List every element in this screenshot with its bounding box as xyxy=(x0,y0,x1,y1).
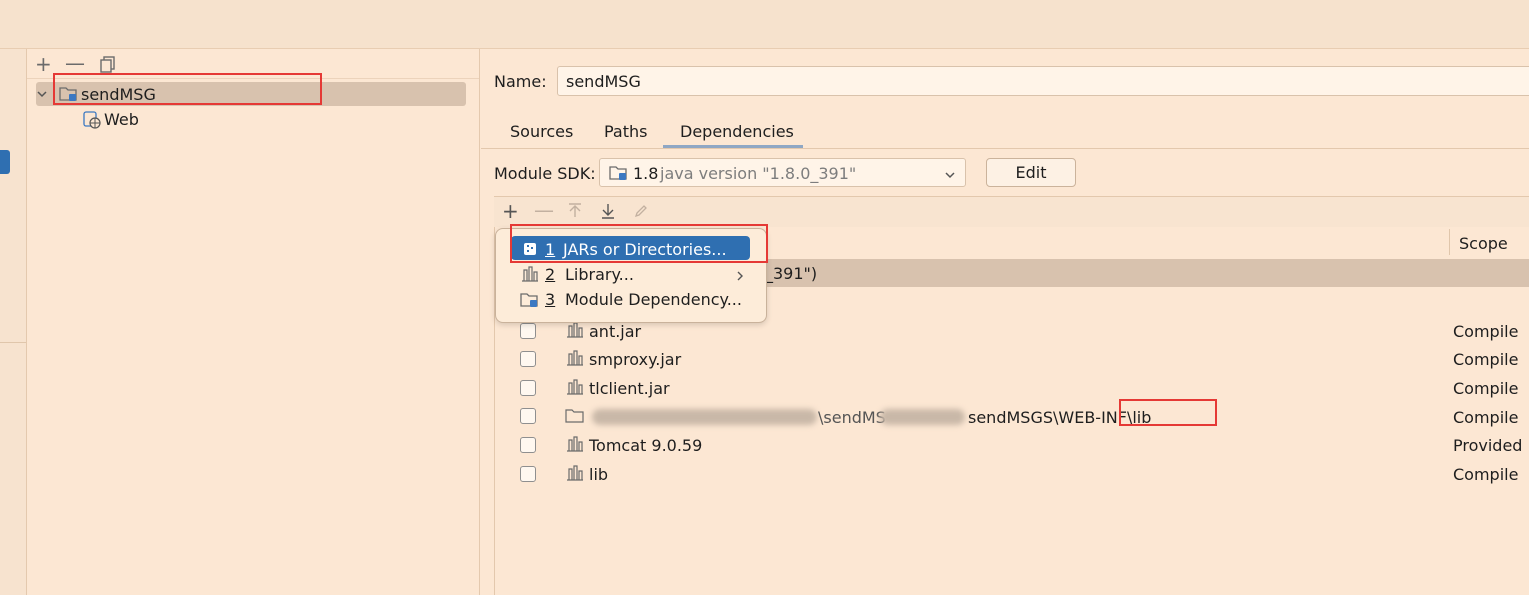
dependency-scope[interactable]: Compile xyxy=(1453,322,1518,341)
export-checkbox[interactable] xyxy=(520,408,536,424)
dependency-scope[interactable]: Provided xyxy=(1453,436,1522,455)
move-down-icon[interactable] xyxy=(601,203,615,223)
folder-icon xyxy=(565,408,585,428)
top-bar xyxy=(0,0,1529,49)
scope-column-header: Scope xyxy=(1459,234,1508,253)
export-checkbox[interactable] xyxy=(520,351,536,367)
web-facet-icon xyxy=(82,111,102,133)
tabs-divider xyxy=(481,148,1529,149)
dependency-name[interactable]: ant.jar xyxy=(589,322,641,341)
module-sdk-label: Module SDK: xyxy=(494,164,596,183)
dependency-scope[interactable]: Compile xyxy=(1453,408,1518,427)
dependency-name[interactable]: smproxy.jar xyxy=(589,350,681,369)
menu-item-library[interactable]: Library... xyxy=(565,265,634,284)
menu-item-module-dependency[interactable]: Module Dependency... xyxy=(565,290,742,309)
remove-icon[interactable]: — xyxy=(65,53,85,73)
library-icon xyxy=(566,379,584,399)
sdk-row-text: _391") xyxy=(765,264,818,283)
tree-child-label[interactable]: Web xyxy=(104,110,139,129)
library-icon xyxy=(566,436,584,456)
redacted-path-segment xyxy=(592,409,817,425)
library-icon xyxy=(566,350,584,370)
dependency-scope[interactable]: Compile xyxy=(1453,350,1518,369)
side-tool-active-marker[interactable] xyxy=(0,150,10,174)
export-checkbox[interactable] xyxy=(520,323,536,339)
export-checkbox[interactable] xyxy=(520,380,536,396)
tab-active-indicator xyxy=(663,145,803,148)
library-icon xyxy=(521,266,539,286)
sdk-detail: java version "1.8.0_391" xyxy=(660,164,857,183)
dependency-name[interactable]: Tomcat 9.0.59 xyxy=(589,436,702,455)
tab-paths[interactable]: Paths xyxy=(604,122,647,141)
dependency-path-part: \sendMS xyxy=(818,408,886,427)
chevron-right-icon xyxy=(735,268,745,286)
export-checkbox[interactable] xyxy=(520,466,536,482)
tab-dependencies[interactable]: Dependencies xyxy=(680,122,794,141)
dependency-scope[interactable]: Compile xyxy=(1453,465,1518,484)
edit-icon[interactable] xyxy=(633,203,649,223)
header-separator xyxy=(1449,229,1450,255)
side-tool-strip xyxy=(0,49,27,595)
tab-sources[interactable]: Sources xyxy=(510,122,573,141)
name-label: Name: xyxy=(494,72,547,91)
remove-icon[interactable]: — xyxy=(534,200,554,220)
highlight-box-lib xyxy=(1119,399,1217,426)
highlight-box-module xyxy=(53,73,322,105)
name-input-value: sendMSG xyxy=(566,72,641,91)
chevron-down-icon xyxy=(944,167,956,185)
export-checkbox[interactable] xyxy=(520,437,536,453)
redacted-path-segment xyxy=(880,409,965,425)
side-tool-divider xyxy=(0,342,26,343)
module-sdk-select[interactable]: 1.8 java version "1.8.0_391" xyxy=(599,158,966,187)
library-icon xyxy=(566,322,584,342)
library-icon xyxy=(566,465,584,485)
menu-item-number: 2 xyxy=(545,265,556,284)
highlight-box-jars xyxy=(510,224,768,263)
dependency-name[interactable]: lib xyxy=(589,465,608,484)
dependency-name[interactable]: tlclient.jar xyxy=(589,379,670,398)
dependency-scope[interactable]: Compile xyxy=(1453,379,1518,398)
menu-item-number: 3 xyxy=(545,290,556,309)
add-icon[interactable]: + xyxy=(502,201,519,221)
sdk-version: 1.8 xyxy=(633,164,659,183)
module-folder-icon xyxy=(520,291,540,313)
move-up-icon[interactable] xyxy=(568,203,582,223)
sdk-folder-icon xyxy=(609,164,629,186)
edit-sdk-button[interactable]: Edit xyxy=(986,158,1076,187)
name-input[interactable]: sendMSG xyxy=(557,66,1529,96)
chevron-down-icon[interactable] xyxy=(36,86,48,104)
add-icon[interactable]: + xyxy=(35,54,52,74)
